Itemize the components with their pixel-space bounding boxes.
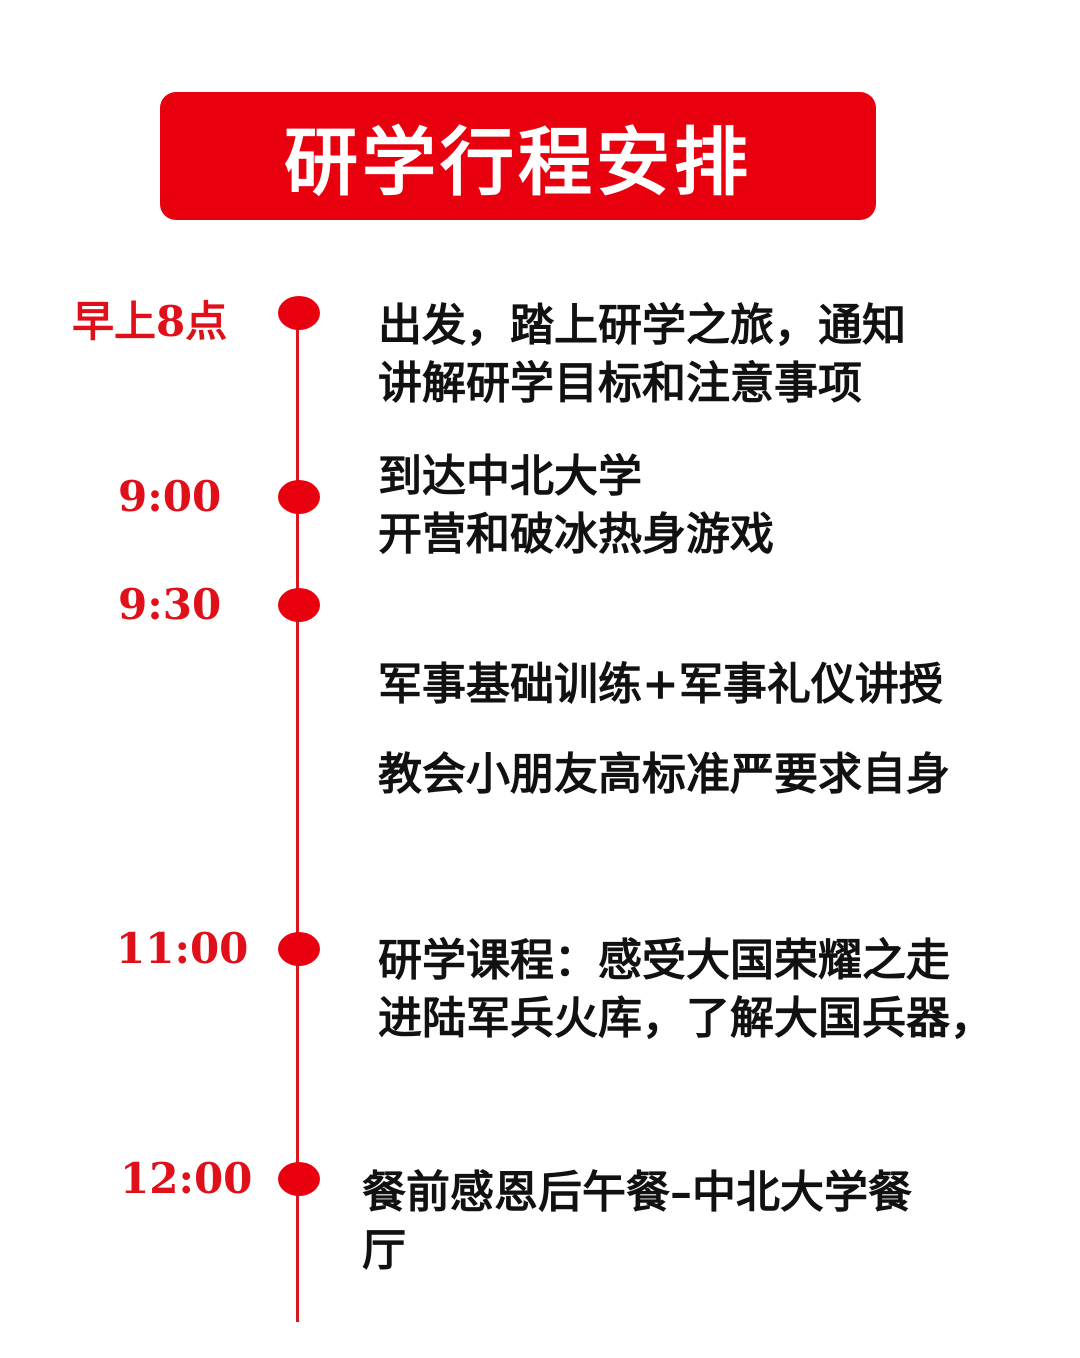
description-line: 到达中北大学 — [378, 451, 642, 502]
time-label: 9:30 — [118, 580, 222, 629]
timeline-dot — [278, 588, 320, 622]
description-line: 教会小朋友高标准严要求自身 — [378, 749, 950, 800]
time-label: 9:00 — [118, 472, 222, 521]
schedule-description: 研学课程：感受大国荣耀之走 进陆军兵火库，了解大国兵器， — [378, 932, 994, 1048]
description-line: 厅 — [362, 1225, 406, 1276]
description-line: 开营和破冰热身游戏 — [378, 509, 774, 560]
page-title: 研学行程安排 — [284, 119, 752, 206]
schedule-description: 出发，踏上研学之旅，通知 讲解研学目标和注意事项 — [378, 297, 906, 413]
time-label: 早上8点 — [72, 297, 228, 346]
time-label: 12:00 — [120, 1154, 253, 1203]
timeline-dot — [278, 296, 320, 330]
description-line: 餐前感恩后午餐–中北大学餐 — [362, 1167, 912, 1218]
timeline-dot — [278, 480, 320, 514]
description-line: 出发，踏上研学之旅，通知 — [378, 300, 906, 351]
description-line: 讲解研学目标和注意事项 — [378, 358, 862, 409]
description-line: 进陆军兵火库，了解大国兵器， — [378, 993, 994, 1044]
schedule-description: 餐前感恩后午餐–中北大学餐 厅 — [362, 1164, 912, 1280]
description-line: 研学课程：感受大国荣耀之走 — [378, 935, 950, 986]
time-label: 11:00 — [116, 924, 249, 973]
timeline-dot — [278, 1162, 320, 1196]
schedule-description: 军事基础训练+军事礼仪讲授 教会小朋友高标准严要求自身 — [378, 640, 950, 820]
schedule-description: 到达中北大学 开营和破冰热身游戏 — [378, 448, 774, 564]
description-line: 军事基础训练+军事礼仪讲授 — [378, 659, 943, 710]
timeline-dot — [278, 932, 320, 966]
title-banner: 研学行程安排 — [160, 92, 876, 220]
